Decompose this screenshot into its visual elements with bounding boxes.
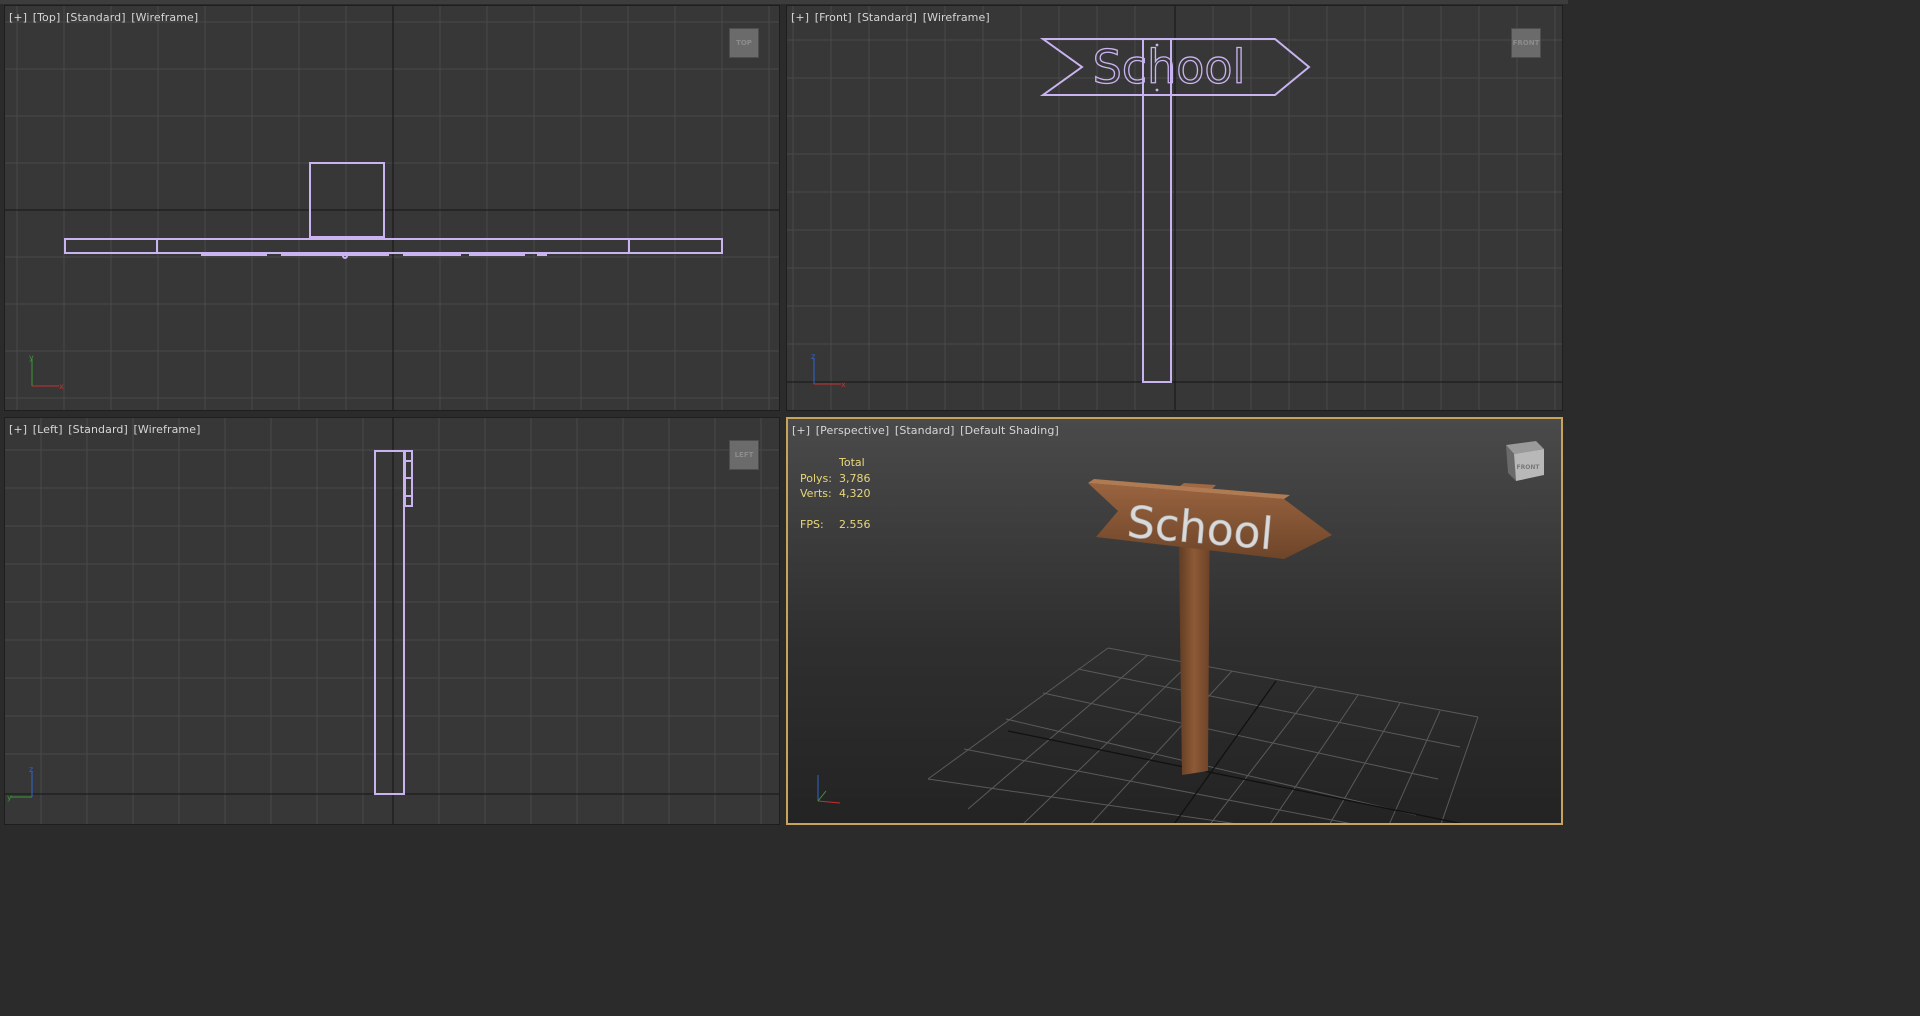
shading-menu[interactable]: [Default Shading] <box>960 424 1059 437</box>
front-axis-h-label: x <box>841 380 846 389</box>
verts-value: 4,320 <box>839 487 871 500</box>
shading-menu[interactable]: [Wireframe] <box>923 11 990 24</box>
stats-header: Total <box>839 456 865 469</box>
viewport-front[interactable]: School z x [+] [Front] [Standard] [Wiref… <box>786 5 1563 411</box>
polys-label: Polys: <box>800 471 832 485</box>
viewcube-top[interactable]: TOP <box>729 28 759 58</box>
perspective-scene: School <box>817 441 1544 823</box>
standard-menu[interactable]: [Standard] <box>895 424 955 437</box>
viewcube-front[interactable]: FRONT <box>1511 28 1541 58</box>
front-axis-v-label: z <box>811 352 815 361</box>
left-wireframe-canvas: z y <box>5 418 779 824</box>
view-menu[interactable]: [Front] <box>815 11 852 24</box>
view-menu[interactable]: [Perspective] <box>816 424 890 437</box>
left-axis-h-label: y <box>7 793 12 802</box>
viewcube-perspective-label: FRONT <box>1516 463 1540 471</box>
standard-menu[interactable]: [Standard] <box>68 423 128 436</box>
shading-menu[interactable]: [Wireframe] <box>131 11 198 24</box>
viewcube-perspective[interactable]: FRONT <box>1514 457 1542 477</box>
viewcube-front-label: FRONT <box>1512 39 1540 47</box>
shading-menu[interactable]: [Wireframe] <box>133 423 200 436</box>
viewport-front-label[interactable]: [+] [Front] [Standard] [Wireframe] <box>791 11 992 24</box>
viewport-top-label[interactable]: [+] [Top] [Standard] [Wireframe] <box>9 11 200 24</box>
viewport-perspective-label[interactable]: [+] [Perspective] [Standard] [Default Sh… <box>792 424 1061 437</box>
standard-menu[interactable]: [Standard] <box>857 11 917 24</box>
polys-value: 3,786 <box>839 471 871 485</box>
viewcube-left[interactable]: LEFT <box>729 440 759 470</box>
plus-menu[interactable]: [+] <box>9 11 27 24</box>
viewcube-left-label: LEFT <box>734 451 754 459</box>
menu-strip <box>0 0 1568 4</box>
top-axis-v-label: y <box>29 353 34 362</box>
viewport-top[interactable]: y x [+] [Top] [Standard] [Wireframe] TOP <box>4 5 780 411</box>
viewcube-top-label: TOP <box>736 39 752 47</box>
viewport-left[interactable]: z y [+] [Left] [Standard] [Wireframe] LE… <box>4 417 780 825</box>
fps-label: FPS: <box>800 517 824 531</box>
viewport-left-label[interactable]: [+] [Left] [Standard] [Wireframe] <box>9 423 203 436</box>
left-axis-v-label: z <box>29 765 33 774</box>
front-wireframe-canvas: School z x <box>787 6 1562 410</box>
front-sign-text: School <box>1093 40 1246 94</box>
standard-menu[interactable]: [Standard] <box>66 11 126 24</box>
viewport-perspective[interactable]: School [+] [Perspective] [Standard] [Def… <box>786 417 1563 825</box>
view-menu[interactable]: [Left] <box>33 423 63 436</box>
fps-value: 2.556 <box>839 517 871 531</box>
plus-menu[interactable]: [+] <box>9 423 27 436</box>
top-wireframe-canvas: y x <box>5 6 779 410</box>
verts-label: Verts: <box>800 487 832 500</box>
top-axis-h-label: x <box>59 382 64 391</box>
plus-menu[interactable]: [+] <box>792 424 810 437</box>
plus-menu[interactable]: [+] <box>791 11 809 24</box>
view-menu[interactable]: [Top] <box>33 11 61 24</box>
statistics-overlay: Total Polys: 3,786 Verts: 4,320 FPS: 2.556 <box>800 455 871 532</box>
